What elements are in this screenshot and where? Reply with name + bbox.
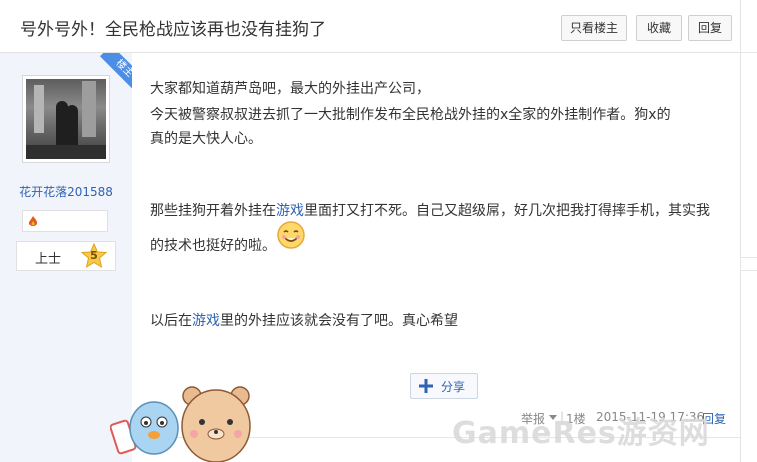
- only-op-button[interactable]: 只看楼主: [561, 15, 627, 41]
- author-username[interactable]: 花开花落201588: [0, 183, 132, 200]
- post-line-4-text-b: 里面打又打不死。自己又超级屌，好几次把我打得摔手机，其实我: [304, 203, 710, 219]
- share-button[interactable]: 分享: [410, 373, 478, 399]
- share-label: 分享: [441, 380, 466, 394]
- post-line-5: 的技术也挺好的啦。: [150, 238, 276, 254]
- post-line-1: 大家都知道葫芦岛吧，最大的外挂出产公司，: [150, 81, 430, 97]
- avatar[interactable]: [22, 75, 110, 163]
- honor-badge: [22, 210, 108, 232]
- watermark: GameRes游资网: [452, 416, 710, 451]
- game-link-2[interactable]: 游戏: [192, 313, 220, 329]
- scrollbar-track[interactable]: [740, 0, 757, 462]
- cartoon-sticker-icon: [110, 386, 251, 462]
- thread-title: 号外号外！全民枪战应该再也没有挂狗了: [20, 20, 326, 40]
- post-line-4: 那些挂狗开着外挂在游戏里面打又打不死。自己又超级屌，好几次把我打得摔手机，其实我: [150, 200, 710, 220]
- rank-level: 5: [90, 249, 98, 262]
- flame-icon: [29, 216, 37, 226]
- thread-header: 号外号外！全民枪战应该再也没有挂狗了 只看楼主 收藏 回复: [0, 0, 740, 53]
- smile-emoji-icon: [277, 221, 305, 249]
- rank-label: 上士: [35, 252, 62, 267]
- post-line-4-text-a: 那些挂狗开着外挂在: [150, 203, 276, 219]
- rank-badge: 上士 5: [16, 241, 116, 271]
- post-line-6-text-b: 里的外挂应该就会没有了吧。真心希望: [220, 313, 458, 329]
- post-line-6-text-a: 以后在: [150, 313, 192, 329]
- reply-button[interactable]: 回复: [688, 15, 732, 41]
- favorite-button[interactable]: 收藏: [636, 15, 682, 41]
- plus-icon: [419, 379, 433, 393]
- post-line-3: 真的是大快人心。: [150, 131, 262, 147]
- post-line-6: 以后在游戏里的外挂应该就会没有了吧。真心希望: [150, 310, 458, 330]
- post-line-2: 今天被警察叔叔进去抓了一大批制作发布全民枪战外挂的x全家的外挂制作者。狗x的: [150, 107, 671, 123]
- game-link[interactable]: 游戏: [276, 203, 304, 219]
